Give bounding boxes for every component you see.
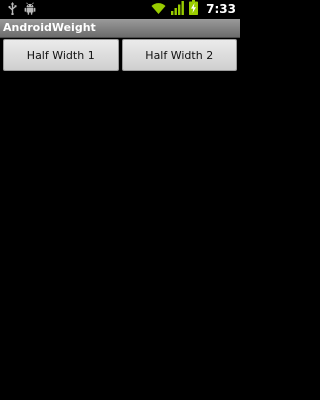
- system-icons: 7:33: [151, 0, 236, 19]
- screen: 7:33 AndroidWeight Half Width 1 Half Wid…: [0, 0, 240, 400]
- title-bar: AndroidWeight: [0, 19, 240, 38]
- status-bar: 7:33: [0, 0, 240, 19]
- battery-charging-icon: [189, 0, 199, 19]
- half-width-1-button[interactable]: Half Width 1: [3, 39, 119, 71]
- signal-icon: [171, 0, 185, 19]
- android-icon: [24, 0, 36, 19]
- button-row: Half Width 1 Half Width 2: [3, 39, 237, 71]
- notification-icons: [8, 2, 36, 17]
- wifi-icon: [151, 0, 166, 19]
- usb-icon: [8, 0, 17, 19]
- half-width-2-button[interactable]: Half Width 2: [121, 39, 237, 71]
- app-title: AndroidWeight: [3, 21, 96, 34]
- clock: 7:33: [206, 2, 236, 16]
